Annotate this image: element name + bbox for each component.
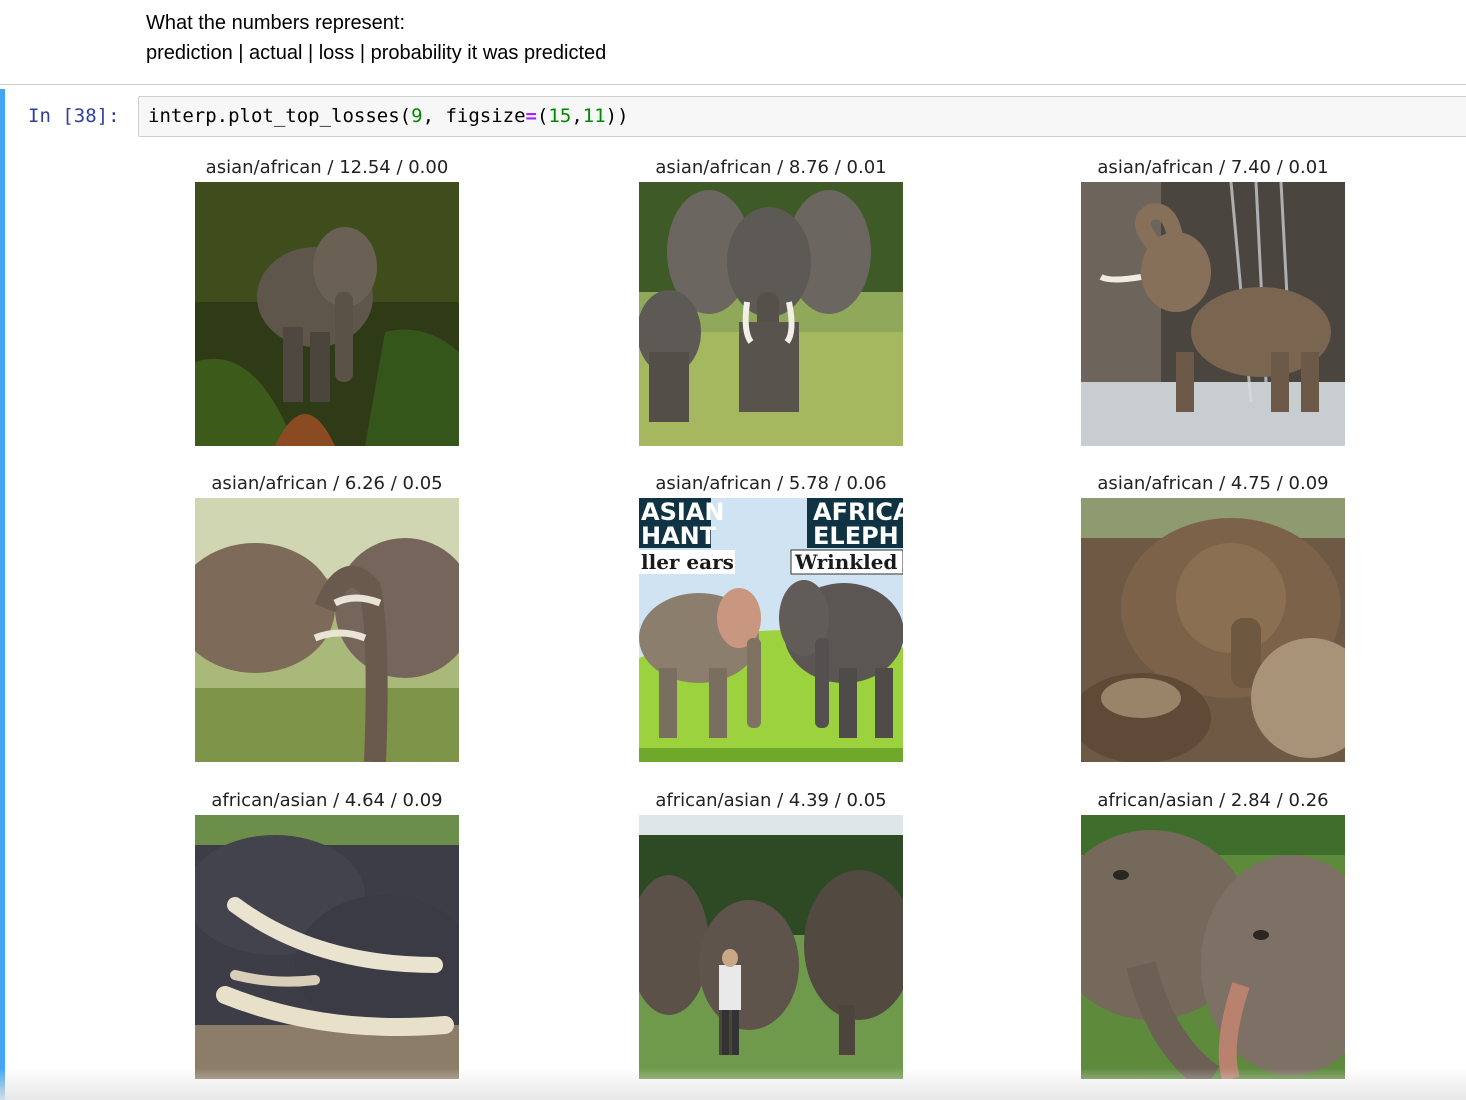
- code-token-number: 11: [582, 105, 606, 127]
- plot-title: asian/african / 4.75 / 0.09: [1097, 473, 1329, 494]
- input-prompt: In [38]:: [28, 105, 120, 127]
- elephant-illustration-image: ASIAN HANT AFRICA ELEPH ller ears Wrinkl…: [639, 498, 903, 762]
- code-token-paren: (: [536, 105, 549, 127]
- code-token-number: 9: [411, 105, 423, 127]
- code-token-operator: =: [525, 105, 537, 127]
- code-text: interp.plot_top_losses(9, figsize=(15,11…: [148, 105, 629, 127]
- plot-title: asian/african / 6.26 / 0.05: [211, 473, 443, 494]
- elephant-image: [1081, 498, 1345, 762]
- code-token-kwarg: , figsize: [422, 105, 526, 127]
- markdown-cell[interactable]: What the numbers represent: prediction |…: [146, 8, 606, 68]
- markdown-line-2: prediction | actual | loss | probability…: [146, 42, 607, 64]
- elephant-image: [195, 182, 459, 446]
- plot-title: asian/african / 7.40 / 0.01: [1097, 157, 1329, 178]
- overlay-text: ller ears: [641, 550, 734, 574]
- cell-separator: [0, 84, 1466, 85]
- elephant-image: [639, 815, 903, 1079]
- elephant-image: [195, 815, 459, 1079]
- plot-title: african/asian / 4.64 / 0.09: [211, 790, 443, 811]
- code-token-number: 15: [548, 105, 572, 127]
- plot-title: asian/african / 12.54 / 0.00: [205, 157, 449, 178]
- plot-title: asian/african / 8.76 / 0.01: [655, 157, 887, 178]
- overlay-text: ELEPH: [813, 522, 899, 550]
- overlay-text: Wrinkled: [794, 550, 897, 574]
- plot-title: african/asian / 4.39 / 0.05: [655, 790, 887, 811]
- plot-title: african/asian / 2.84 / 0.26: [1097, 790, 1329, 811]
- selected-cell-indicator: [0, 89, 5, 1100]
- elephant-image: [1081, 182, 1345, 446]
- code-token-comma: ,: [571, 105, 583, 127]
- code-token-paren: )): [605, 105, 629, 127]
- elephant-image: [639, 182, 903, 446]
- overlay-text: HANT: [641, 522, 717, 550]
- markdown-line-1: What the numbers represent:: [146, 12, 406, 34]
- code-input[interactable]: interp.plot_top_losses(9, figsize=(15,11…: [138, 96, 1466, 137]
- bottom-scroll-fade: [0, 1068, 1466, 1100]
- elephant-image: [195, 498, 459, 762]
- code-token-call: interp.plot_top_losses(: [148, 105, 412, 127]
- plot-title: asian/african / 5.78 / 0.06: [655, 473, 887, 494]
- elephant-image: [1081, 815, 1345, 1079]
